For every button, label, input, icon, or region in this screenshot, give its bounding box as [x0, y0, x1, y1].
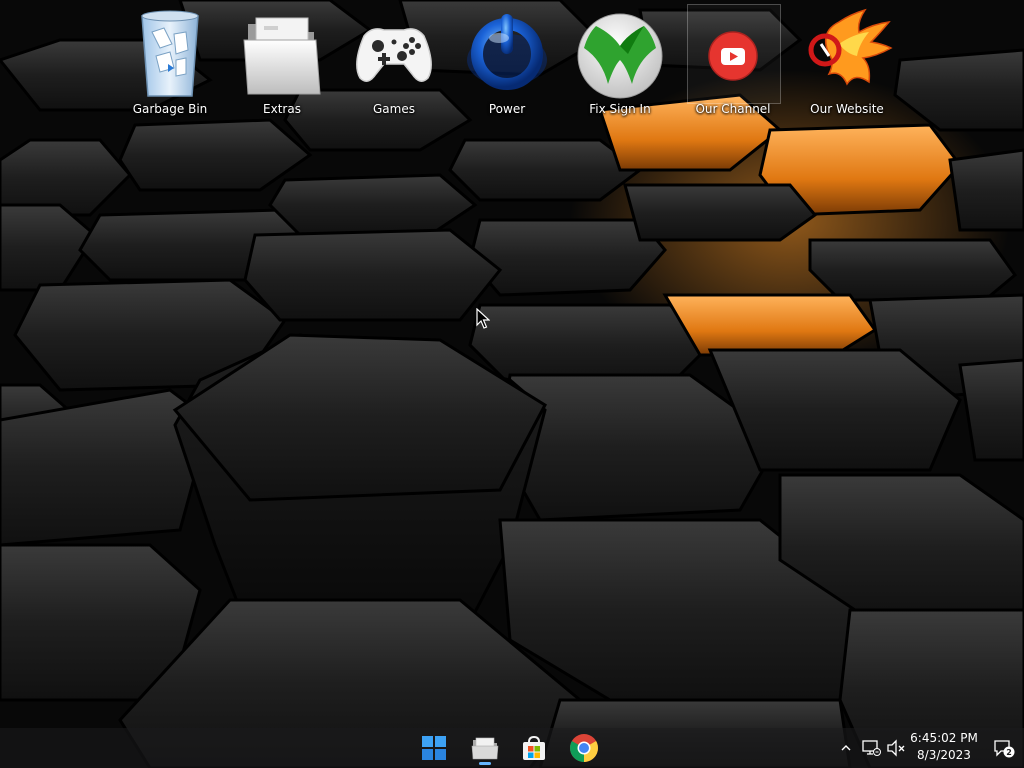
- desktop-icon-label: Our Channel: [695, 102, 771, 116]
- mouse-pointer-icon: [476, 308, 490, 329]
- notification-center-button[interactable]: 2: [992, 736, 1016, 760]
- desktop-icon-label: Games: [373, 102, 415, 116]
- notification-icon: 2: [994, 740, 1015, 758]
- volume-button[interactable]: [885, 736, 907, 760]
- desktop-icon-label: Our Website: [810, 102, 884, 116]
- desktop-icon-fix-sign-in[interactable]: Fix Sign In: [565, 4, 675, 124]
- youtube-icon: [708, 31, 758, 81]
- desktop-icon-label: Garbage Bin: [132, 102, 208, 116]
- desktop-icon-games[interactable]: Games: [339, 4, 449, 124]
- chevron-up-icon: [841, 745, 851, 751]
- taskbar: 6:45:02 PM 8/3/2023 2: [0, 728, 1024, 768]
- notification-count: 2: [1006, 748, 1012, 757]
- folder-icon: [243, 17, 321, 95]
- desktop-icon-our-website[interactable]: Our Website: [792, 4, 902, 124]
- taskbar-microsoft-store[interactable]: [514, 730, 554, 766]
- desktop-icon-label: Extras: [263, 102, 301, 116]
- file-explorer-icon: [471, 737, 499, 760]
- network-icon: [862, 740, 881, 756]
- taskbar-clock[interactable]: 6:45:02 PM 8/3/2023: [906, 730, 982, 766]
- taskbar-chrome[interactable]: [564, 730, 604, 766]
- start-button[interactable]: [414, 730, 454, 766]
- phoenix-logo-icon: [808, 8, 893, 86]
- power-icon: [467, 14, 547, 90]
- running-indicator: [479, 762, 491, 765]
- desktop-icon-label: Power: [488, 102, 526, 116]
- desktop-icon-power[interactable]: Power: [452, 4, 562, 124]
- chrome-icon: [570, 734, 598, 762]
- store-icon: [523, 735, 545, 760]
- windows-logo-icon: [422, 736, 446, 760]
- game-controller-icon: [356, 28, 432, 82]
- desktop-icon-extras[interactable]: Extras: [227, 4, 337, 124]
- network-status-button[interactable]: [860, 736, 882, 760]
- xbox-icon: [577, 13, 663, 99]
- desktop-icon-label: Fix Sign In: [589, 102, 651, 116]
- desktop-icon-garbage-bin[interactable]: Garbage Bin: [115, 4, 225, 124]
- show-hidden-icons-button[interactable]: [835, 736, 857, 760]
- desktop-icon-our-channel[interactable]: Our Channel: [678, 4, 788, 124]
- clock-date: 8/3/2023: [917, 748, 971, 762]
- volume-muted-icon: [887, 739, 905, 757]
- clock-time: 6:45:02 PM: [910, 731, 978, 745]
- taskbar-file-explorer[interactable]: [465, 730, 505, 766]
- recycle-bin-icon: [141, 10, 199, 97]
